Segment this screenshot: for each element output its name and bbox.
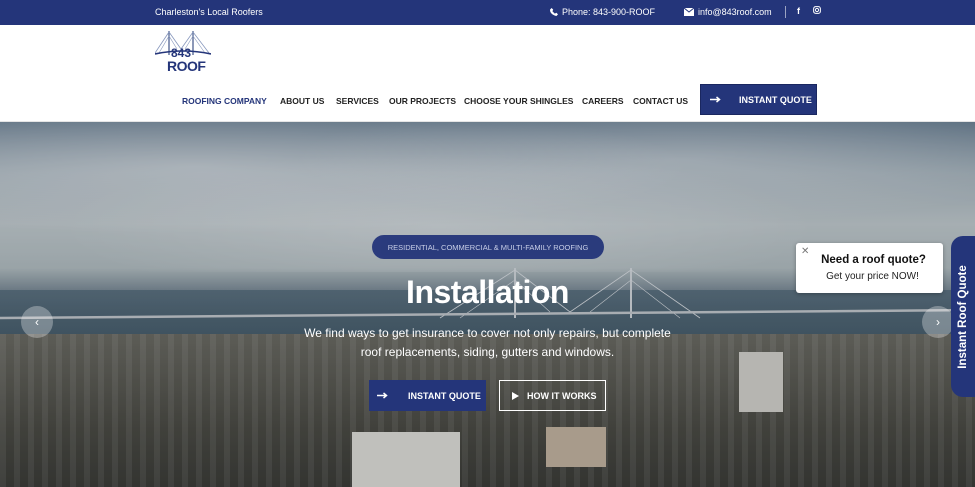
nav-roofing-company[interactable]: ROOFING COMPANY: [182, 96, 267, 106]
instant-quote-label: INSTANT QUOTE: [739, 94, 812, 105]
instant-quote-button[interactable]: INSTANT QUOTE: [700, 84, 817, 115]
tagline: Charleston's Local Roofers: [155, 7, 263, 17]
email-link[interactable]: info@843roof.com: [684, 7, 772, 17]
hero-subtitle-line1: We find ways to get insurance to cover n…: [304, 326, 671, 340]
hero-instant-quote-label: INSTANT QUOTE: [408, 390, 481, 401]
play-icon: [512, 391, 519, 400]
logo-word: ROOF: [167, 58, 206, 74]
arrow-right-icon: [377, 392, 388, 399]
nav-about-us[interactable]: ABOUT US: [280, 96, 324, 106]
nav-our-projects[interactable]: OUR PROJECTS: [389, 96, 456, 106]
quote-popup[interactable]: ✕ Need a roof quote? Get your price NOW!: [796, 243, 943, 293]
how-it-works-button[interactable]: HOW IT WORKS: [499, 380, 606, 411]
nav-careers[interactable]: CAREERS: [582, 96, 624, 106]
top-bar: Charleston's Local Roofers Phone: 843-90…: [0, 0, 975, 25]
email-text: info@843roof.com: [698, 7, 772, 17]
hero-subtitle-line2: roof replacements, siding, gutters and w…: [360, 345, 615, 359]
divider: [785, 6, 786, 18]
hero-slider: RESIDENTIAL, COMMERCIAL & MULTI-FAMILY R…: [0, 122, 975, 487]
phone-link[interactable]: Phone: 843-900-ROOF: [550, 7, 655, 17]
how-it-works-label: HOW IT WORKS: [527, 390, 597, 401]
hero-instant-quote-button[interactable]: INSTANT QUOTE: [369, 380, 486, 411]
nav-services[interactable]: SERVICES: [336, 96, 379, 106]
slider-next-button[interactable]: ›: [922, 306, 954, 338]
phone-text: Phone: 843-900-ROOF: [562, 7, 656, 17]
instagram-icon[interactable]: [813, 6, 821, 16]
slider-prev-button[interactable]: ‹: [21, 306, 53, 338]
chevron-left-icon: ‹: [35, 315, 39, 329]
chevron-right-icon: ›: [936, 315, 940, 329]
hero-badge: RESIDENTIAL, COMMERCIAL & MULTI-FAMILY R…: [372, 235, 604, 259]
site-logo[interactable]: 843 ROOF: [155, 29, 211, 77]
popup-subtitle: Get your price NOW!: [826, 271, 919, 282]
facebook-icon[interactable]: f: [797, 6, 800, 16]
nav-choose-your-shingles[interactable]: CHOOSE YOUR SHINGLES: [464, 96, 573, 106]
hero-subtitle: We find ways to get insurance to cover n…: [0, 324, 975, 362]
envelope-icon: [684, 8, 694, 16]
popup-title: Need a roof quote?: [821, 254, 926, 266]
phone-icon: [550, 8, 558, 16]
arrow-right-icon: [710, 96, 721, 103]
side-tab-label: Instant Roof Quote: [957, 264, 969, 369]
instant-roof-quote-tab[interactable]: Instant Roof Quote: [951, 236, 975, 397]
site-header: 843 ROOF ROOFING COMPANY ABOUT US SERVIC…: [0, 25, 975, 122]
nav-contact-us[interactable]: CONTACT US: [633, 96, 688, 106]
